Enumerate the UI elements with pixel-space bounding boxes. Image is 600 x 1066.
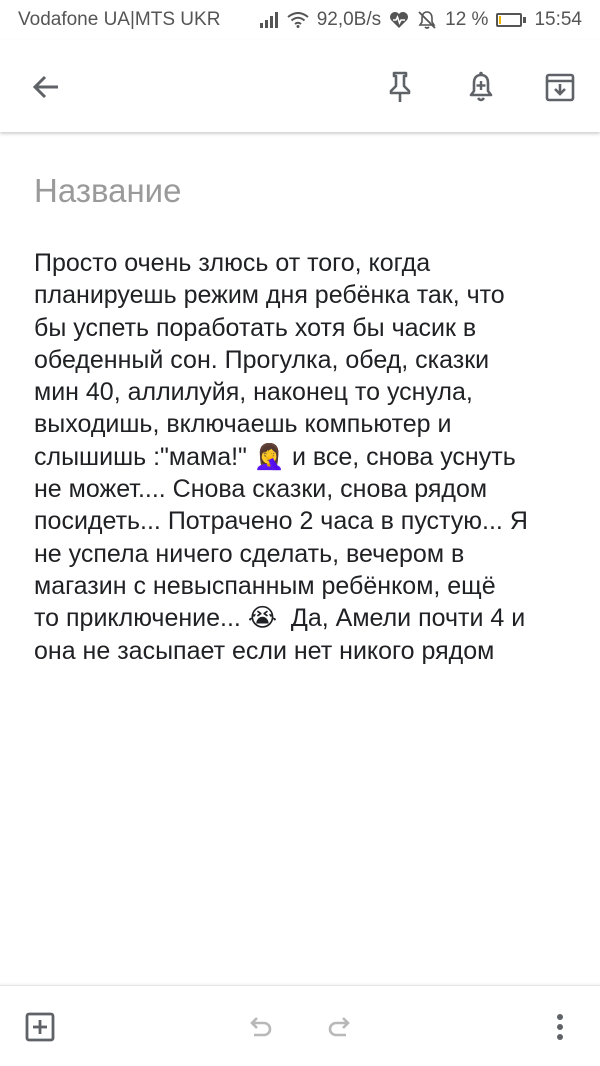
undo-icon <box>250 1017 272 1037</box>
note-title-field[interactable]: Название <box>34 172 564 210</box>
pin-button[interactable] <box>376 63 424 111</box>
heart-icon <box>389 11 409 29</box>
add-content-button[interactable] <box>16 1003 64 1051</box>
reminder-icon <box>469 71 493 102</box>
wifi-icon <box>287 12 309 28</box>
note-toolbar <box>0 40 600 132</box>
battery-icon <box>496 13 527 27</box>
add-box-icon <box>25 1012 55 1042</box>
back-button[interactable] <box>22 63 70 111</box>
battery-percent: 12 % <box>445 9 489 30</box>
carrier-name: Vodafone UA|MTS UKR <box>18 9 221 30</box>
redo-icon <box>328 1017 350 1037</box>
status-bar: Vodafone UA|MTS UKR 92,0B/s 12 % 15:54 <box>0 0 600 40</box>
more-options-button[interactable] <box>536 1003 584 1051</box>
network-speed: 92,0B/s <box>316 9 382 30</box>
bottom-toolbar <box>0 985 600 1066</box>
archive-button[interactable] <box>536 63 584 111</box>
more-vert-icon <box>557 1014 563 1040</box>
archive-icon <box>545 73 575 102</box>
undo-button[interactable] <box>236 1003 284 1051</box>
pin-icon <box>389 71 411 102</box>
note-editor-screen: Vodafone UA|MTS UKR 92,0B/s 12 % 15:54 Н… <box>0 0 600 1066</box>
back-arrow-icon <box>32 75 58 99</box>
clock: 15:54 <box>534 9 582 30</box>
redo-button[interactable] <box>316 1003 364 1051</box>
note-body-text[interactable]: Просто очень злюсь от того, когда планир… <box>34 247 579 667</box>
reminder-button[interactable] <box>457 63 505 111</box>
mute-icon <box>417 10 437 30</box>
signal-icon <box>259 12 279 28</box>
status-icons: 92,0B/s 12 % 15:54 <box>259 9 582 31</box>
